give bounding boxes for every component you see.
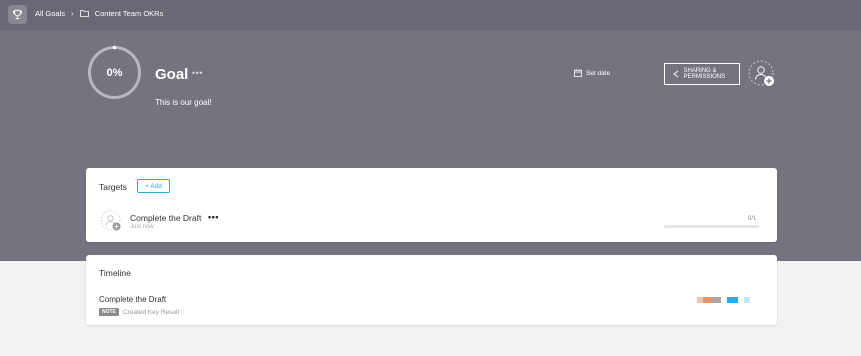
targets-card: Targets + Add Complete the Draft ••• Jus… xyxy=(86,168,777,242)
goal-description[interactable]: This is our goal! xyxy=(155,98,211,107)
goal-more-button[interactable]: ••• xyxy=(192,66,206,80)
sharing-permissions-label: SHARING & PERMISSIONS xyxy=(683,67,726,81)
folder-icon xyxy=(79,10,89,17)
target-timestamp: Just now xyxy=(130,224,154,230)
goal-title[interactable]: Goal xyxy=(155,66,188,83)
breadcrumb-all-goals[interactable]: All Goals xyxy=(35,9,65,18)
target-more-button[interactable]: ••• xyxy=(208,212,219,222)
calendar-icon xyxy=(574,69,582,77)
share-icon xyxy=(672,70,678,78)
timeline-item-subtitle: Created Key Result xyxy=(122,308,180,316)
timeline-title: Timeline xyxy=(99,268,131,278)
breadcrumb-folder[interactable]: Content Team OKRs xyxy=(95,9,164,18)
timeline-blurred-avatars xyxy=(697,297,750,303)
add-user-icon[interactable] xyxy=(748,60,776,88)
target-progress-count: 0/1 xyxy=(748,216,757,222)
sharing-permissions-button[interactable]: SHARING & PERMISSIONS xyxy=(664,63,740,85)
top-bar: All Goals › Content Team OKRs xyxy=(0,0,861,30)
add-target-button[interactable]: + Add xyxy=(137,179,170,193)
timeline-item-meta: NOTE Created Key Result xyxy=(99,308,179,316)
targets-title: Targets xyxy=(99,182,127,192)
breadcrumb: All Goals › Content Team OKRs xyxy=(35,9,163,18)
set-date-button[interactable]: Set date xyxy=(574,69,610,77)
chevron-right-icon: › xyxy=(71,9,74,18)
target-progress-bar[interactable] xyxy=(664,225,759,228)
timeline-card: Timeline Complete the Draft NOTE Created… xyxy=(86,255,777,325)
timeline-item-title[interactable]: Complete the Draft xyxy=(99,295,166,304)
trophy-icon xyxy=(12,9,23,20)
target-title[interactable]: Complete the Draft xyxy=(130,213,201,223)
target-owner-avatar[interactable] xyxy=(100,210,122,232)
goals-home-button[interactable] xyxy=(8,5,27,24)
set-date-label: Set date xyxy=(586,69,611,77)
goal-progress-label: 0% xyxy=(106,66,123,79)
timeline-badge: NOTE xyxy=(99,308,119,316)
